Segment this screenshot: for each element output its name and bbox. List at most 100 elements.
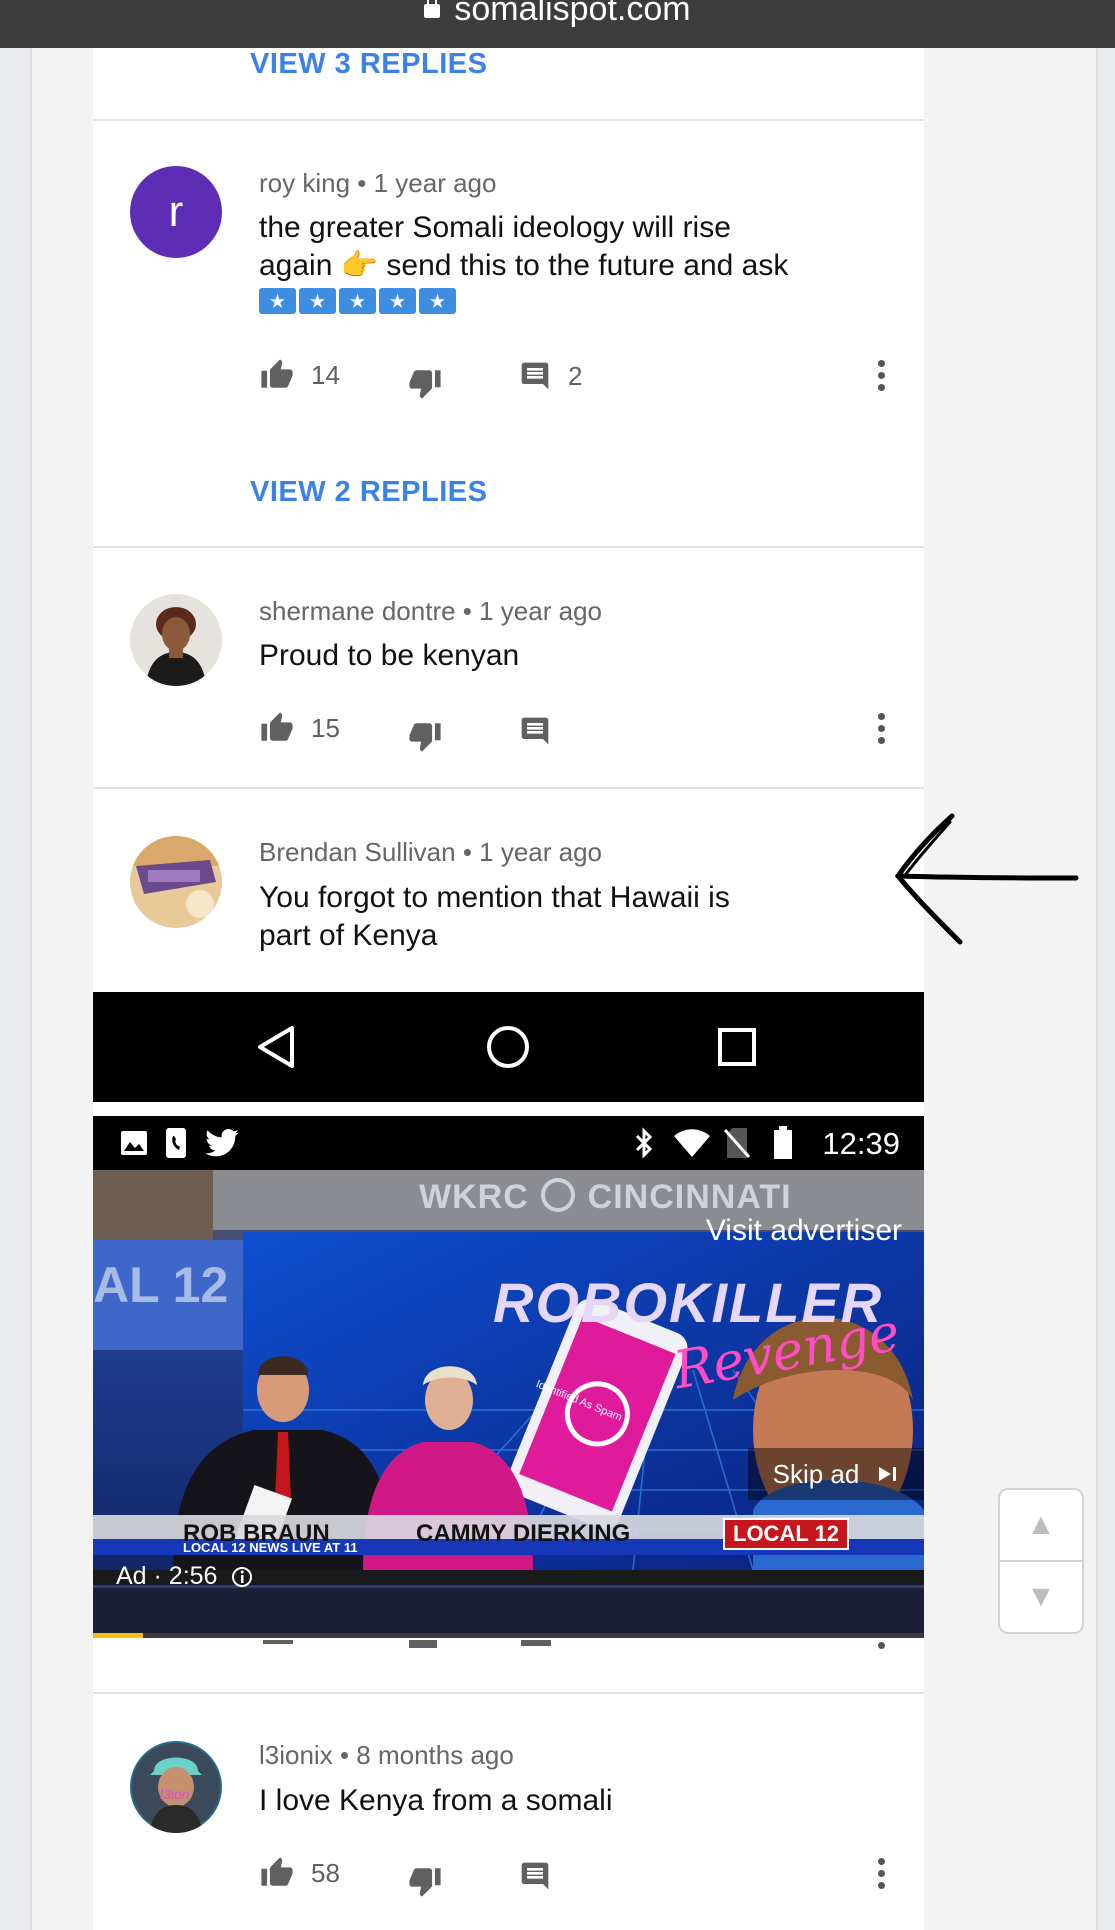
wifi-icon <box>674 1129 710 1157</box>
somali-flag-icon <box>259 288 296 314</box>
comment-meta: shermane dontre • 1 year ago <box>259 596 602 626</box>
thumbs-up-icon <box>261 1857 293 1886</box>
comment-text-line: again 👉 send this to the future and ask <box>259 249 789 282</box>
avatar[interactable] <box>130 594 222 686</box>
comment-time: 1 year ago <box>373 168 497 198</box>
ad-timer-label: Ad · 2:56 <box>116 1562 218 1590</box>
battery-icon <box>774 1126 792 1159</box>
scroll-up-icon[interactable]: ▲ <box>1000 1490 1082 1560</box>
comment-text-line: part of Kenya <box>259 919 438 952</box>
comment-time: 1 year ago <box>479 596 602 626</box>
thumbs-down-icon <box>409 370 441 399</box>
like-button[interactable]: 15 <box>259 711 340 745</box>
thumbs-down-icon <box>409 723 441 752</box>
reply-icon <box>521 362 549 390</box>
comment-text: You forgot to mention that Hawaii is par… <box>259 879 849 955</box>
reply-icon <box>521 1862 549 1890</box>
comment-divider <box>93 1692 924 1694</box>
view-replies-button[interactable]: VIEW 2 REPLIES <box>250 476 487 509</box>
thumbs-up-icon <box>261 359 293 388</box>
comment-text: the greater Somali ideology will rise ag… <box>259 209 849 314</box>
bluetooth-icon <box>635 1127 653 1159</box>
twitter-icon <box>205 1129 239 1157</box>
thumbs-up-icon <box>261 712 293 741</box>
channel-sign-city: CINCINNATI <box>587 1178 792 1216</box>
comment-time: 8 months ago <box>356 1740 514 1770</box>
comment-meta: Brendan Sullivan • 1 year ago <box>259 837 603 867</box>
thumbs-down-icon <box>409 1868 441 1897</box>
reply-button[interactable] <box>518 1860 552 1892</box>
somali-flag-icon <box>419 288 456 314</box>
dislike-button[interactable] <box>407 366 443 400</box>
avatar[interactable]: l3ion <box>130 1741 222 1833</box>
station-logo: LOCAL 12 <box>723 1518 849 1550</box>
cbs-eye-icon <box>541 1178 576 1212</box>
back-icon[interactable] <box>256 1025 296 1069</box>
covered-comment-actions <box>259 1640 899 1654</box>
like-button[interactable]: 14 <box>259 358 340 392</box>
comment-meta: roy king • 1 year ago <box>259 168 497 198</box>
view-replies-button[interactable]: VIEW 3 REPLIES <box>250 48 487 81</box>
android-status-bar: 12:39 <box>93 1116 924 1170</box>
recents-icon[interactable] <box>717 1027 757 1067</box>
flag-emojis <box>259 288 849 314</box>
scroll-down-icon[interactable]: ▼ <box>1000 1562 1082 1632</box>
phone-icon <box>166 1128 186 1158</box>
dislike-button[interactable] <box>407 1864 443 1898</box>
skip-icon <box>879 1467 897 1481</box>
browser-url-bar[interactable]: somalispot.com <box>0 0 1115 48</box>
somali-flag-icon <box>299 288 336 314</box>
comment-actions: 14 2 <box>259 358 899 400</box>
info-icon[interactable] <box>231 1566 253 1588</box>
more-vert-icon[interactable] <box>878 1858 886 1892</box>
more-vert-icon[interactable] <box>878 360 886 394</box>
skip-ad-label: Skip ad <box>772 1458 860 1489</box>
status-time: 12:39 <box>822 1126 900 1161</box>
dislike-button[interactable] <box>407 719 443 753</box>
comment-meta: l3ionix • 8 months ago <box>259 1740 514 1770</box>
visit-advertiser-link[interactable]: Visit advertiser <box>706 1214 902 1248</box>
avatar[interactable] <box>130 836 222 928</box>
news-ticker: LOCAL 12 NEWS LIVE AT 11 <box>183 1540 358 1555</box>
ad-progress-track[interactable] <box>93 1633 924 1638</box>
studio-sign: AL 12 <box>93 1257 229 1313</box>
more-vert-icon[interactable] <box>878 713 886 747</box>
comment-text-line: You forgot to mention that Hawaii is <box>259 881 730 914</box>
reply-button[interactable] <box>518 715 552 747</box>
android-nav-bar <box>93 992 924 1102</box>
comment-author[interactable]: shermane dontre <box>259 596 456 626</box>
comment-author[interactable]: Brendan Sullivan <box>259 837 456 867</box>
scroll-buttons: ▲ ▼ <box>998 1488 1084 1634</box>
video-ad[interactable]: WKRC CINCINNATI AL 12 Visit advertiser R… <box>93 1170 924 1638</box>
comment-author[interactable]: l3ionix <box>259 1740 333 1770</box>
comment-divider <box>93 787 924 789</box>
avatar-photo: l3ion <box>130 1741 222 1833</box>
somali-flag-icon <box>379 288 416 314</box>
comment-text-line: the greater Somali ideology will rise <box>259 211 731 244</box>
like-count: 14 <box>311 359 340 390</box>
skip-ad-button[interactable]: Skip ad <box>748 1448 924 1500</box>
like-count: 58 <box>311 1857 340 1888</box>
like-button[interactable]: 58 <box>259 1856 340 1890</box>
comment-time: 1 year ago <box>479 837 603 867</box>
ad-progress-fill <box>93 1633 143 1638</box>
reply-count: 2 <box>568 360 583 391</box>
url-text: somalispot.com <box>454 0 691 28</box>
reply-icon <box>521 717 549 745</box>
comment-actions: 15 <box>259 711 899 753</box>
reply-button[interactable]: 2 <box>518 360 582 392</box>
channel-sign: WKRC CINCINNATI <box>419 1178 792 1217</box>
avatar-photo <box>130 594 222 686</box>
avatar-lettering: l3ion <box>160 1786 190 1802</box>
like-count: 15 <box>311 712 340 743</box>
home-icon[interactable] <box>486 1025 530 1069</box>
comment-text: Proud to be kenyan <box>259 639 520 672</box>
comment-author[interactable]: roy king <box>259 168 350 198</box>
avatar[interactable]: r <box>130 166 222 258</box>
no-sim-icon <box>724 1128 750 1158</box>
lock-icon <box>424 0 441 18</box>
comment-actions: 58 <box>259 1856 899 1898</box>
ad-timer: Ad · 2:56 <box>116 1562 253 1591</box>
avatar-photo <box>130 836 222 928</box>
comment-divider <box>93 546 924 548</box>
